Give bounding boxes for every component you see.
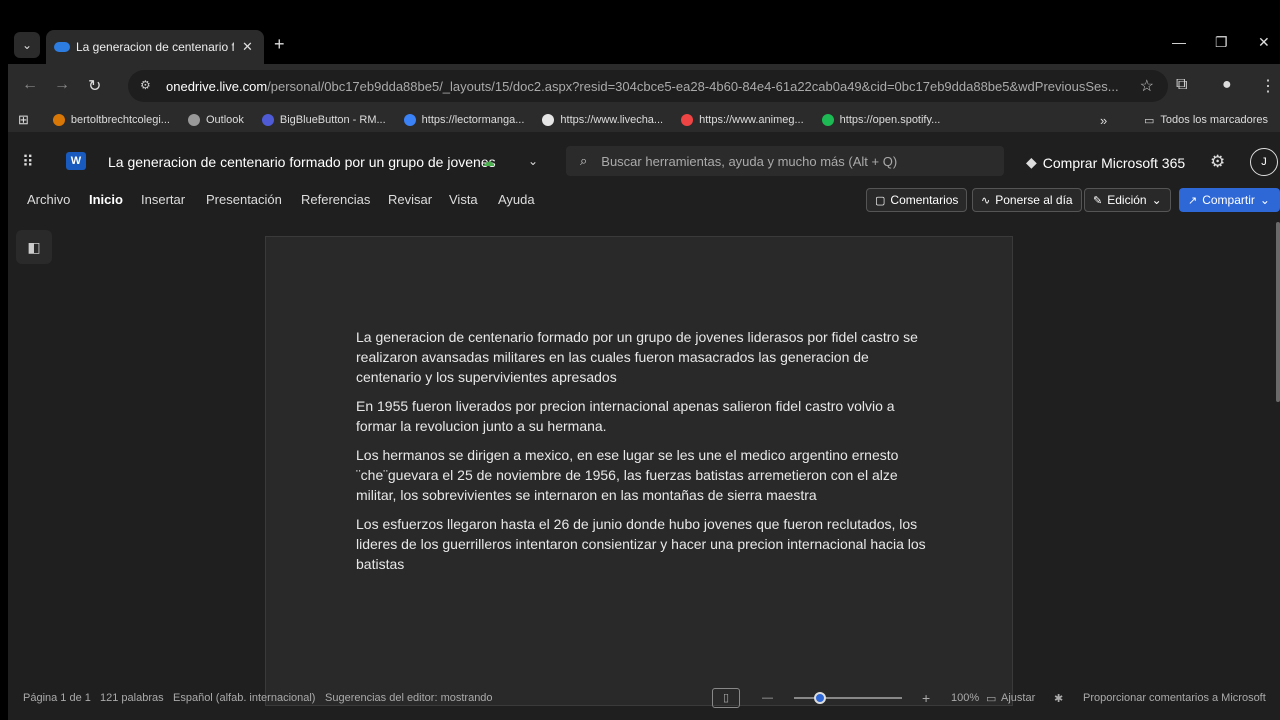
tab-ayuda[interactable]: Ayuda bbox=[498, 192, 535, 207]
catch-up-button[interactable]: ∿ Ponerse al día bbox=[972, 188, 1082, 212]
bookmark-item[interactable]: BigBlueButton - RM... bbox=[261, 114, 386, 126]
page-count: Página 1 de 1 bbox=[23, 692, 91, 704]
comment-icon: ▢ bbox=[875, 194, 886, 207]
app-launcher-icon[interactable]: ⠿ bbox=[22, 152, 34, 172]
zoom-level[interactable]: 100% bbox=[951, 692, 979, 704]
bookmark-item[interactable]: bertoltbrechtcolegi... bbox=[52, 114, 170, 126]
tab-archivo[interactable]: Archivo bbox=[27, 192, 70, 207]
editing-mode-button[interactable]: ✎ Edición ⌄ bbox=[1084, 188, 1171, 212]
navigation-pane-icon[interactable]: ◧ bbox=[16, 230, 52, 264]
tab-insertar[interactable]: Insertar bbox=[141, 192, 185, 207]
page-view-icon[interactable]: ▯ bbox=[712, 688, 740, 708]
search-input[interactable]: ⌕ Buscar herramientas, ayuda y mucho más… bbox=[566, 146, 1004, 176]
fit-icon[interactable]: ▭ bbox=[986, 692, 996, 705]
browser-tab-active[interactable]: La generacion de centenario fo ✕ bbox=[46, 30, 264, 64]
browser-toolbar: ← → ↻ ⚙ onedrive.live.com/personal/0bc17… bbox=[8, 64, 1280, 108]
bookmarks-bar: ⊞ bertoltbrechtcolegi... Outlook BigBlue… bbox=[8, 108, 1280, 132]
bookmark-item[interactable]: Outlook bbox=[187, 114, 244, 126]
bookmark-item[interactable]: https://www.animeg... bbox=[681, 114, 804, 126]
bookmark-favicon bbox=[542, 114, 555, 126]
tab-presentacion[interactable]: Presentación bbox=[206, 192, 282, 207]
tab-vista[interactable]: Vista bbox=[449, 192, 478, 207]
activity-icon: ∿ bbox=[981, 194, 991, 207]
url-path: /personal/0bc17eb9dda88be5/_layouts/15/d… bbox=[267, 78, 1119, 94]
chevron-down-icon: ⌄ bbox=[1151, 193, 1162, 207]
zoom-slider-thumb[interactable] bbox=[814, 692, 826, 704]
document-page[interactable]: La generacion de centenario formado por … bbox=[265, 236, 1013, 706]
chevron-down-icon: ⌄ bbox=[1259, 193, 1270, 207]
gear-icon[interactable]: ⚙ bbox=[1210, 152, 1225, 172]
ribbon-tabs: Archivo Inicio Insertar Presentación Ref… bbox=[8, 184, 1280, 216]
bookmark-favicon bbox=[403, 114, 416, 126]
onedrive-icon bbox=[54, 42, 70, 52]
bookmark-favicon bbox=[52, 114, 65, 126]
profile-icon[interactable]: ● bbox=[1222, 76, 1232, 94]
paragraph[interactable]: En 1955 fueron liverados por precion int… bbox=[356, 396, 926, 436]
bookmark-item[interactable]: https://open.spotify... bbox=[821, 114, 940, 126]
document-body[interactable]: La generacion de centenario formado por … bbox=[356, 327, 926, 583]
tab-revisar[interactable]: Revisar bbox=[388, 192, 432, 207]
chevron-down-icon[interactable]: ⌄ bbox=[528, 154, 538, 168]
zoom-out-icon[interactable]: — bbox=[762, 692, 773, 704]
word-app: ⠿ W La generacion de centenario formado … bbox=[8, 132, 1280, 720]
search-icon: ⌕ bbox=[580, 153, 588, 168]
comments-button[interactable]: ▢ Comentarios bbox=[866, 188, 968, 212]
back-icon[interactable]: ← bbox=[22, 76, 38, 94]
site-info-icon[interactable]: ⚙ bbox=[140, 78, 151, 92]
extensions-icon[interactable]: ⧉ bbox=[1176, 76, 1187, 94]
forward-icon[interactable]: → bbox=[54, 76, 70, 94]
bookmark-favicon bbox=[261, 114, 274, 126]
close-window-icon[interactable]: ✕ bbox=[1258, 34, 1270, 51]
paragraph[interactable]: La generacion de centenario formado por … bbox=[356, 327, 926, 387]
pencil-icon: ✎ bbox=[1093, 194, 1103, 207]
folder-icon: ▭ bbox=[1144, 114, 1155, 127]
editor-suggestions[interactable]: Sugerencias del editor: mostrando bbox=[325, 692, 493, 704]
spotify-icon bbox=[821, 114, 834, 126]
reload-icon[interactable]: ↻ bbox=[88, 76, 101, 96]
tab-inicio[interactable]: Inicio bbox=[89, 192, 123, 207]
close-tab-icon[interactable]: ✕ bbox=[242, 39, 253, 55]
word-count[interactable]: 121 palabras bbox=[100, 692, 164, 704]
tab-title: La generacion de centenario fo bbox=[76, 40, 234, 54]
feedback-icon[interactable]: ✱ bbox=[1054, 692, 1063, 705]
all-bookmarks-button[interactable]: ▭ Todos los marcadores bbox=[1144, 114, 1268, 127]
zoom-in-icon[interactable]: + bbox=[922, 690, 930, 706]
saved-cloud-icon: ☁ bbox=[482, 154, 495, 169]
status-bar: Página 1 de 1 121 palabras Español (alfa… bbox=[8, 686, 1280, 710]
address-bar[interactable]: ⚙ onedrive.live.com/personal/0bc17eb9dda… bbox=[128, 70, 1168, 102]
word-title-bar: ⠿ W La generacion de centenario formado … bbox=[8, 144, 1280, 180]
bookmark-favicon bbox=[187, 114, 200, 126]
diamond-icon: ◆ bbox=[1026, 154, 1037, 170]
feedback-link[interactable]: Proporcionar comentarios a Microsoft bbox=[1083, 692, 1266, 704]
minimize-icon[interactable]: — bbox=[1172, 34, 1186, 50]
fit-button[interactable]: Ajustar bbox=[1001, 692, 1035, 704]
tab-referencias[interactable]: Referencias bbox=[301, 192, 370, 207]
bookmark-star-icon[interactable]: ☆ bbox=[1140, 76, 1154, 96]
paragraph[interactable]: Los hermanos se dirigen a mexico, en ese… bbox=[356, 445, 926, 505]
document-title[interactable]: La generacion de centenario formado por … bbox=[108, 154, 496, 170]
vertical-scrollbar[interactable] bbox=[1276, 222, 1280, 402]
apps-grid-icon[interactable]: ⊞ bbox=[18, 112, 29, 128]
buy-microsoft-365-button[interactable]: ◆ Comprar Microsoft 365 bbox=[1026, 154, 1185, 171]
language[interactable]: Español (alfab. internacional) bbox=[173, 692, 315, 704]
restore-icon[interactable]: ❐ bbox=[1215, 34, 1228, 51]
avatar[interactable]: J bbox=[1250, 148, 1278, 176]
more-bookmarks-icon[interactable]: » bbox=[1100, 113, 1107, 128]
tab-search-button[interactable]: ⌄ bbox=[14, 32, 40, 58]
zoom-slider[interactable] bbox=[794, 697, 902, 699]
url-host: onedrive.live.com bbox=[166, 78, 268, 94]
share-icon: ↗ bbox=[1188, 194, 1198, 207]
paragraph[interactable]: Los esfuerzos llegaron hasta el 26 de ju… bbox=[356, 514, 926, 574]
new-tab-icon[interactable]: + bbox=[274, 34, 285, 55]
bookmark-favicon bbox=[681, 114, 694, 126]
browser-menu-icon[interactable]: ⋮ bbox=[1260, 76, 1276, 96]
word-logo-icon: W bbox=[66, 152, 86, 170]
share-button[interactable]: ↗ Compartir ⌄ bbox=[1179, 188, 1280, 212]
bookmark-item[interactable]: https://lectormanga... bbox=[403, 114, 524, 126]
browser-tabstrip: ⌄ La generacion de centenario fo ✕ + — ❐… bbox=[0, 0, 1280, 64]
search-placeholder: Buscar herramientas, ayuda y mucho más (… bbox=[601, 153, 898, 169]
bookmark-item[interactable]: https://www.livecha... bbox=[542, 114, 663, 126]
